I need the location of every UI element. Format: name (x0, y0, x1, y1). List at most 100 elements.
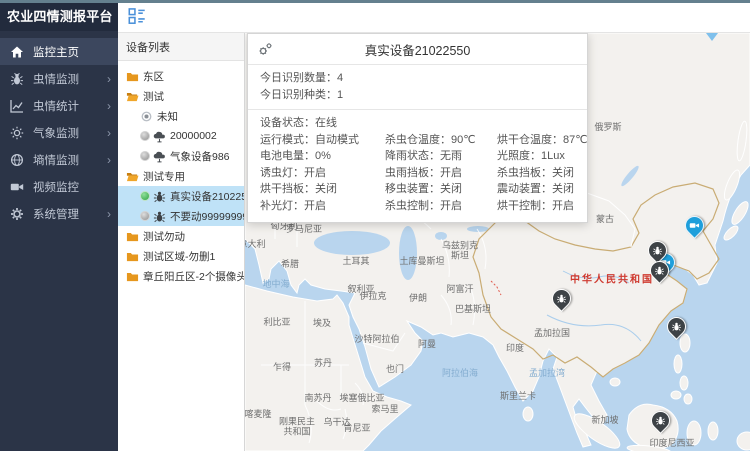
popup-field: 虫雨挡板：开启 (385, 165, 497, 182)
bug-device-icon (153, 190, 166, 203)
sidebar-item-gear[interactable]: 系统管理 › (0, 200, 118, 227)
tree-item-label: 章丘阳丘区-2个摄像头 (143, 269, 244, 284)
topbar (118, 0, 750, 33)
tree-item-label: 测试勿动 (143, 229, 185, 244)
device-settings-gears-icon[interactable] (258, 42, 273, 57)
content: 设备列表 东区测试未知20000002气象设备986测试专用真实设备210225… (118, 33, 750, 451)
tree-item[interactable]: 测试专用 (118, 166, 244, 186)
bug-icon (651, 262, 668, 279)
popup-field: 杀虫控制：开启 (385, 198, 497, 215)
main-area: 设备列表 东区测试未知20000002气象设备986测试专用真实设备210225… (118, 0, 750, 451)
status-dot-offline (140, 151, 150, 161)
device-info-popup: 真实设备21022550 今日识别数量：4今日识别种类：1 设备状态：在线运行模… (247, 33, 588, 223)
chevron-right-icon: › (107, 154, 111, 166)
popup-field: 震动装置：关闭 (497, 181, 588, 198)
tree-item-label: 测试 (143, 89, 164, 104)
tree-item[interactable]: 气象设备986 (118, 146, 244, 166)
bug-icon (553, 290, 570, 307)
status-dot-offline (140, 131, 150, 141)
sidebar-item-home[interactable]: 监控主页› (0, 38, 118, 65)
map-viewport[interactable]: 俄罗斯蒙古中华人民共和国捷克乌克兰匈牙利罗马尼亚意大利希腊土耳其地中海叙利亚伊拉… (245, 33, 750, 451)
sidebar-item-label: 虫情统计 (33, 98, 79, 114)
tree-item[interactable]: 测试勿动 (118, 226, 244, 246)
chevron-right-icon: › (107, 73, 111, 85)
chevron-right-icon: › (107, 208, 111, 220)
tree-item[interactable]: 东区 (118, 66, 244, 86)
device-tree-toggle-icon[interactable] (128, 7, 146, 25)
popup-field: 烘干控制：开启 (497, 198, 588, 215)
tree-item-label: 未知 (157, 109, 178, 124)
app-title: 农业四情测报平台 (0, 0, 118, 31)
popup-field (497, 115, 588, 132)
popup-summary-line: 今日识别数量：4 (260, 70, 575, 87)
home-icon (10, 45, 24, 59)
bug-icon (10, 72, 24, 86)
sidebar-item-video[interactable]: 视频监控› (0, 173, 118, 200)
popup-field: 降雨状态：无雨 (385, 148, 497, 165)
popup-detail-grid: 设备状态：在线运行模式：自动模式杀虫仓温度：90℃烘干仓温度：87℃电池电量：0… (248, 110, 587, 222)
sidebar-item-weather[interactable]: 气象监测 › (0, 119, 118, 146)
sidebar-item-label: 系统管理 (33, 206, 79, 222)
sidebar-nav: 监控主页›虫情监测›虫情统计›气象监测›墒情监测›视频监控›系统管理› (0, 31, 118, 227)
popup-field: 烘干仓温度：87℃ (497, 132, 588, 149)
folder-icon (126, 270, 139, 283)
status-dot-offline (140, 211, 150, 221)
sidebar-item-globe[interactable]: 墒情监测 › (0, 146, 118, 173)
popup-summary-line: 今日识别种类：1 (260, 87, 575, 104)
location-icon (140, 110, 153, 123)
device-list-title: 设备列表 (118, 33, 244, 61)
device-list-panel: 设备列表 东区测试未知 20000002 气象设备986 测试专用真实设备210225… (118, 33, 245, 451)
globe-icon (10, 153, 24, 167)
sidebar-item-chart[interactable]: 虫情统计 › (0, 92, 118, 119)
tree-item[interactable]: 未知 (118, 106, 244, 126)
bug-device-icon (153, 210, 166, 223)
chart-icon (10, 99, 24, 113)
tree-item[interactable]: 不要动99999999 (118, 206, 244, 226)
gear-icon (10, 207, 24, 221)
tree-item-label: 20000002 (170, 130, 217, 142)
popup-field: 杀虫仓温度：90℃ (385, 132, 497, 149)
device-tree: 东区测试未知 20000002 气象设备986 测试专用真实设备21022550 不要动… (118, 61, 244, 451)
popup-field: 电池电量：0% (260, 148, 385, 165)
popup-field: 补光灯：开启 (260, 198, 385, 215)
popup-summary: 今日识别数量：4今日识别种类：1 (248, 65, 587, 110)
weather-station-icon (153, 130, 166, 143)
tree-item-label: 测试区域-勿删1 (143, 249, 215, 264)
camera-icon (686, 217, 703, 234)
popup-field: 烘干挡板：关闭 (260, 181, 385, 198)
chevron-right-icon: › (107, 100, 111, 112)
popup-field: 诱虫灯：开启 (260, 165, 385, 182)
app-root: 农业四情测报平台 监控主页›虫情监测›虫情统计›气象监测›墒情监测›视频监控›系… (0, 0, 750, 451)
folder-icon (126, 170, 139, 183)
status-dot-online (140, 191, 150, 201)
popup-field: 移虫装置：关闭 (385, 181, 497, 198)
sidebar-item-label: 气象监测 (33, 125, 79, 141)
tree-item-label: 真实设备21022550 (170, 189, 244, 204)
bug-icon (668, 318, 685, 335)
popup-field: 杀虫挡板：关闭 (497, 165, 588, 182)
tree-item-label: 东区 (143, 69, 164, 84)
tree-item[interactable]: 测试区域-勿删1 (118, 246, 244, 266)
video-icon (10, 180, 24, 194)
folder-icon (126, 70, 139, 83)
sidebar: 农业四情测报平台 监控主页›虫情监测›虫情统计›气象监测›墒情监测›视频监控›系… (0, 0, 118, 451)
tree-item[interactable]: 20000002 (118, 126, 244, 146)
folder-icon (126, 250, 139, 263)
chevron-right-icon: › (107, 127, 111, 139)
tree-item[interactable]: 真实设备21022550 (118, 186, 244, 206)
popup-header: 真实设备21022550 (248, 34, 587, 65)
bug-icon (649, 242, 666, 259)
tree-item-label: 不要动99999999 (170, 209, 244, 224)
tree-item[interactable]: 测试 (118, 86, 244, 106)
sidebar-item-label: 墒情监测 (33, 152, 79, 168)
map-edge-decoration (706, 33, 718, 41)
sidebar-item-bug[interactable]: 虫情监测› (0, 65, 118, 92)
popup-field (385, 115, 497, 132)
tree-item-label: 测试专用 (143, 169, 185, 184)
window-top-strip (0, 0, 750, 3)
folder-icon (126, 230, 139, 243)
tree-item-label: 气象设备986 (170, 149, 230, 164)
sidebar-item-label: 监控主页 (33, 44, 79, 60)
tree-item[interactable]: 章丘阳丘区-2个摄像头 (118, 266, 244, 286)
popup-field: 设备状态：在线 (260, 115, 385, 132)
